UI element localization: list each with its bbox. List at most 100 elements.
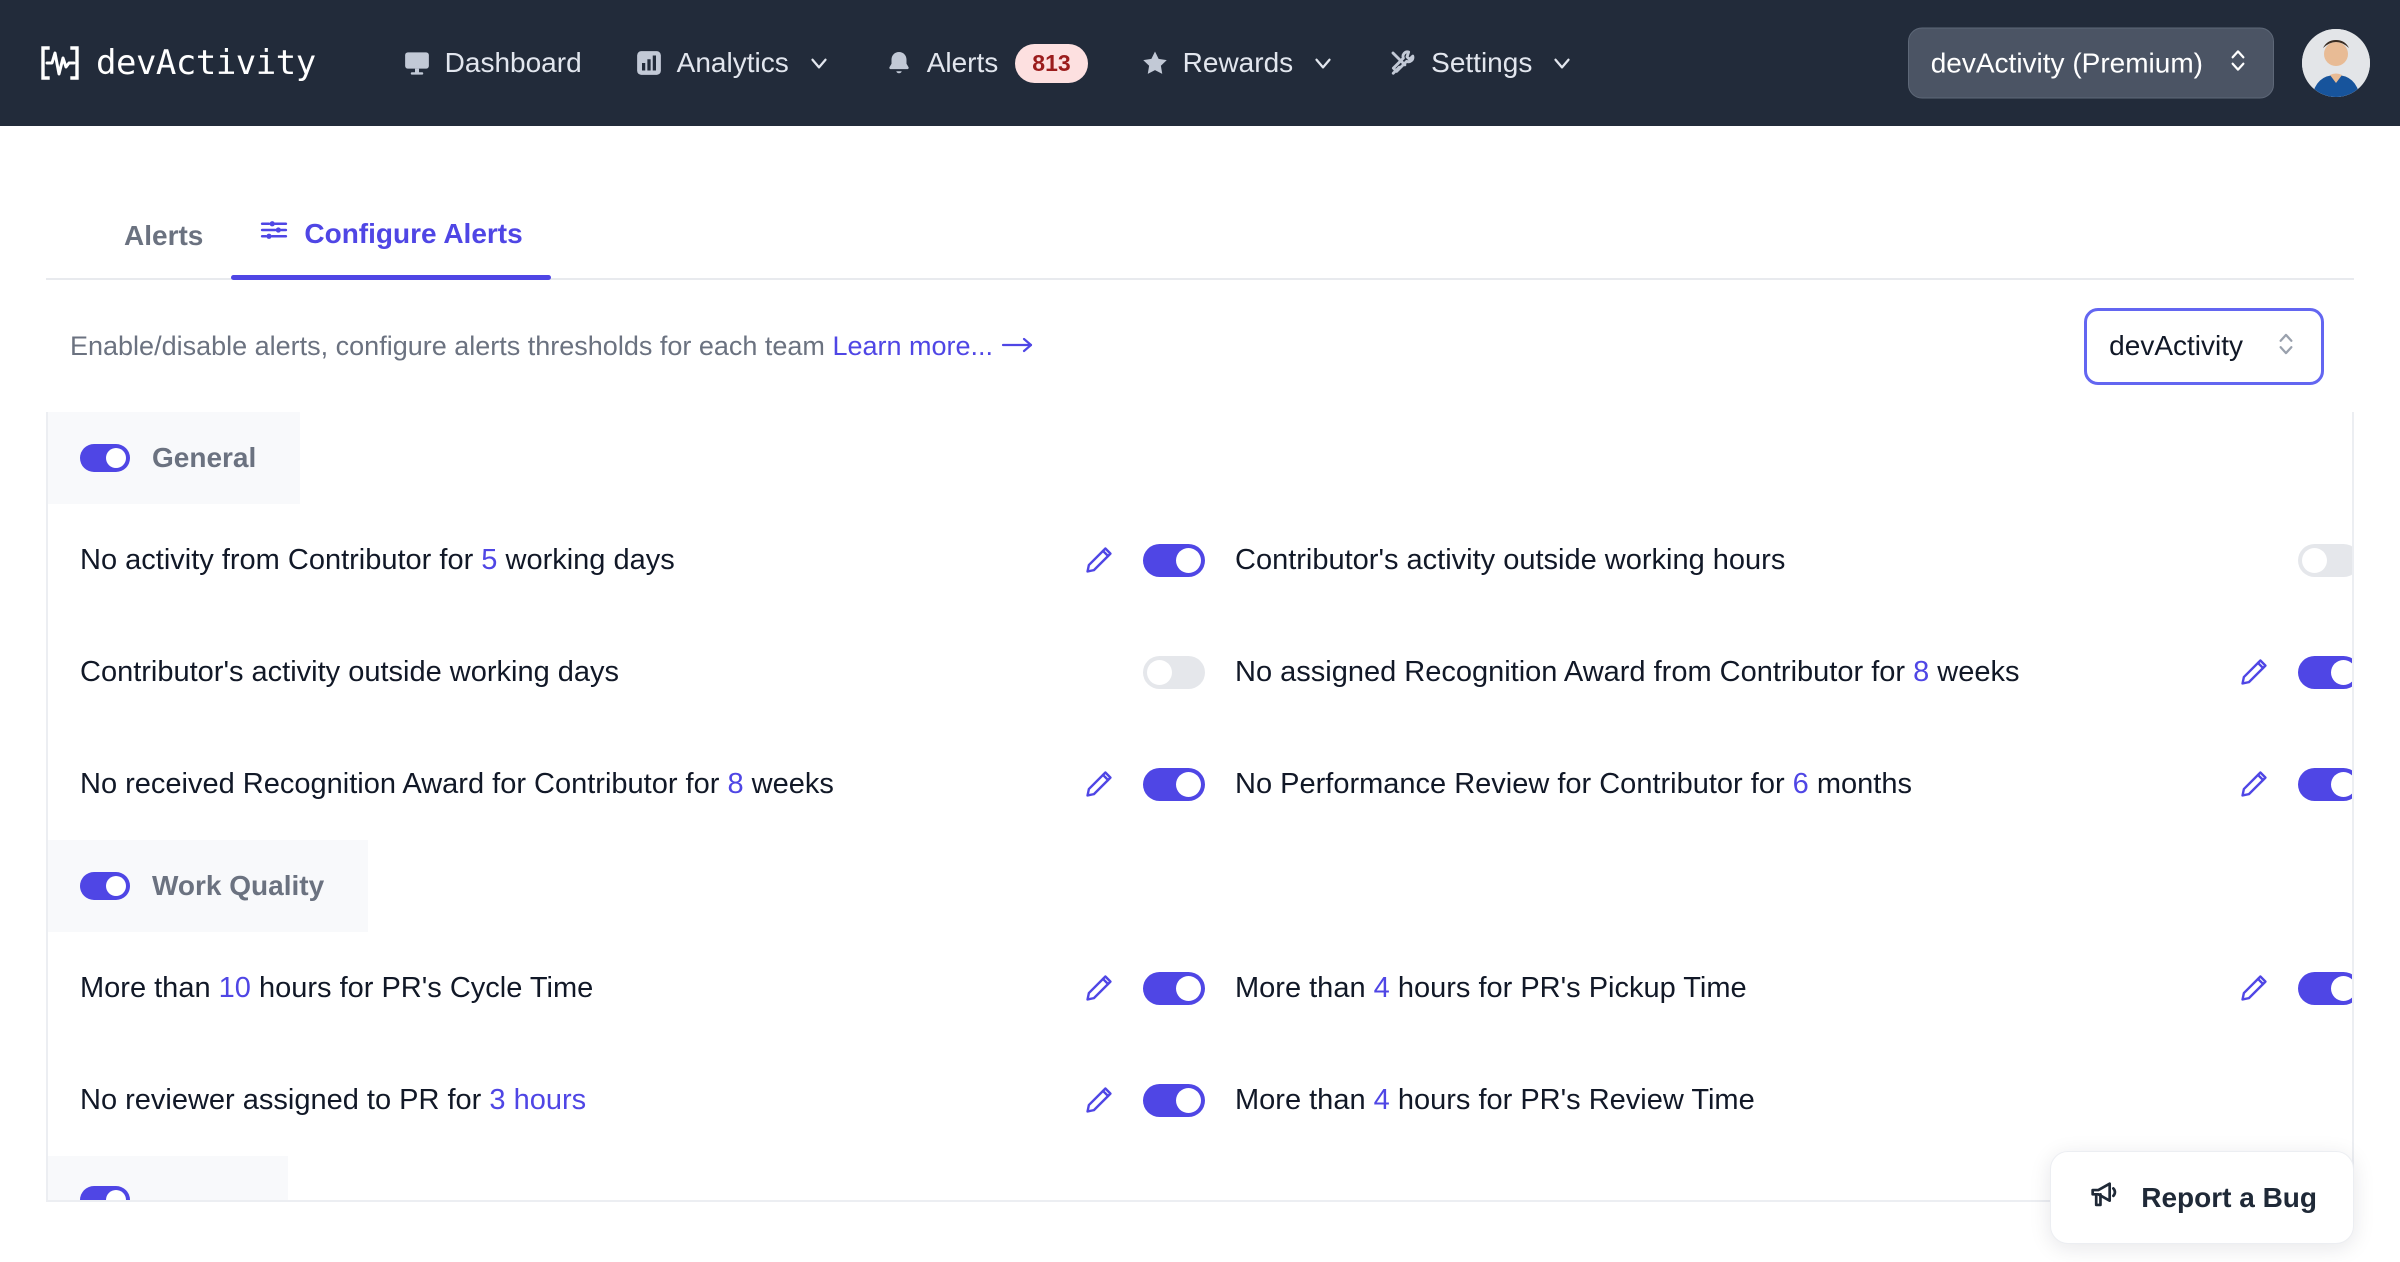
alert-threshold-value: 8 (1913, 655, 1930, 688)
alert-threshold-value: 5 (481, 543, 498, 576)
workspace-name: devActivity (Premium) (1930, 47, 2203, 78)
bell-icon (884, 48, 914, 78)
team-selected-value: devActivity (2109, 330, 2243, 361)
section-rows-general: No activity from Contributor for 5 worki… (48, 504, 2352, 840)
nav-label-rewards: Rewards (1182, 47, 1294, 78)
alert-label: No reviewer assigned to PR for 3 hours (80, 1083, 587, 1116)
alert-label: No Performance Review for Contributor fo… (1235, 767, 1912, 800)
alert-cell: No activity from Contributor for 5 worki… (80, 504, 1235, 616)
nav-item-dashboard[interactable]: Dashboard (376, 37, 608, 89)
nav-item-settings[interactable]: Settings (1362, 37, 1601, 89)
tab-bar: Alerts Configure Alerts (46, 126, 2354, 280)
alert-row: No activity from Contributor for 5 worki… (48, 504, 2352, 616)
star-icon (1140, 48, 1170, 78)
alert-label: No assigned Recognition Award from Contr… (1235, 655, 2020, 688)
description-text: Enable/disable alerts, configure alerts … (70, 330, 825, 361)
alert-controls (1083, 767, 1205, 801)
edit-pencil-icon[interactable] (2238, 768, 2270, 800)
alert-toggle[interactable] (1143, 655, 1205, 689)
alert-cell: More than 4 hours for PR's Review Time (1235, 1044, 2352, 1156)
alert-label: Contributor's activity outside working h… (1235, 543, 1786, 576)
alert-toggle[interactable] (1143, 1083, 1205, 1117)
alert-cell: Contributor's activity outside working d… (80, 616, 1235, 728)
primary-nav: Dashboard Analytics Alerts 813 Rewards S… (376, 34, 1602, 93)
alerts-configuration-panel: General No activity from Contributor for… (46, 412, 2354, 1202)
report-a-bug-label: Report a Bug (2141, 1181, 2317, 1213)
section-header-next (48, 1156, 288, 1200)
nav-label-analytics: Analytics (676, 47, 789, 78)
edit-pencil-icon[interactable] (1083, 1084, 1115, 1116)
tab-alerts[interactable]: Alerts (96, 220, 231, 278)
alert-threshold-value: 10 (218, 971, 251, 1004)
nav-item-alerts[interactable]: Alerts 813 (858, 34, 1114, 93)
alert-label: No received Recognition Award for Contri… (80, 767, 834, 800)
alert-cell: No Performance Review for Contributor fo… (1235, 728, 2352, 840)
devactivity-logo-icon (38, 41, 82, 85)
alert-cell: No received Recognition Award for Contri… (80, 728, 1235, 840)
tab-label-alerts: Alerts (124, 220, 204, 251)
alert-threshold-value: 3 hours (489, 1083, 587, 1116)
learn-more-label: Learn more... (832, 330, 994, 361)
alert-cell: More than 4 hours for PR's Pickup Time (1235, 932, 2352, 1044)
alert-cell: No assigned Recognition Award from Contr… (1235, 616, 2352, 728)
alerts-count-badge: 813 (1015, 43, 1088, 83)
page-description: Enable/disable alerts, configure alerts … (70, 331, 1035, 362)
bar-chart-icon (634, 48, 664, 78)
arrow-right-icon (1001, 331, 1035, 361)
section-header-work-quality: Work Quality (48, 840, 369, 932)
alert-row: No received Recognition Award for Contri… (48, 728, 2352, 840)
alert-controls (2238, 655, 2352, 689)
tools-icon (1388, 48, 1418, 78)
alert-threshold-value: 4 (1373, 1083, 1390, 1116)
alert-label: More than 4 hours for PR's Pickup Time (1235, 971, 1747, 1004)
section-title-work-quality: Work Quality (152, 870, 325, 901)
section-toggle-work-quality[interactable] (80, 872, 130, 900)
alert-label: No activity from Contributor for 5 worki… (80, 543, 675, 576)
nav-label-settings: Settings (1431, 47, 1533, 78)
alert-threshold-value: 8 (727, 767, 744, 800)
section-title-general: General (152, 442, 257, 473)
alert-controls (2238, 971, 2352, 1005)
section-rows-work-quality: More than 10 hours for PR's Cycle Time M… (48, 932, 2352, 1156)
alert-controls (1083, 1083, 1205, 1117)
chevron-up-down-icon (2273, 328, 2299, 365)
nav-label-alerts: Alerts (926, 47, 999, 78)
edit-pencil-icon[interactable] (1083, 972, 1115, 1004)
learn-more-link[interactable]: Learn more... (832, 331, 1034, 361)
alert-toggle[interactable] (2298, 767, 2352, 801)
section-toggle-general[interactable] (80, 444, 130, 472)
alert-cell: No reviewer assigned to PR for 3 hours (80, 1044, 1235, 1156)
chevron-down-icon (806, 50, 832, 76)
team-selector[interactable]: devActivity (2084, 307, 2324, 385)
alert-row: More than 10 hours for PR's Cycle Time M… (48, 932, 2352, 1044)
tab-label-configure-alerts: Configure Alerts (304, 217, 523, 249)
alert-cell: Contributor's activity outside working h… (1235, 504, 2352, 616)
alert-toggle[interactable] (1143, 971, 1205, 1005)
alert-toggle[interactable] (1143, 543, 1205, 577)
alert-cell: More than 10 hours for PR's Cycle Time (80, 932, 1235, 1044)
section-toggle-next[interactable] (80, 1186, 130, 1200)
alert-label: Contributor's activity outside working d… (80, 655, 620, 688)
alert-toggle[interactable] (2298, 655, 2352, 689)
edit-pencil-icon[interactable] (1083, 768, 1115, 800)
edit-pencil-icon[interactable] (2238, 972, 2270, 1004)
edit-pencil-icon[interactable] (2238, 656, 2270, 688)
tab-configure-alerts[interactable]: Configure Alerts (231, 215, 551, 280)
report-a-bug-button[interactable]: Report a Bug (2050, 1151, 2354, 1244)
alert-toggle[interactable] (1143, 767, 1205, 801)
alert-controls (1083, 543, 1205, 577)
monitor-icon (402, 48, 432, 78)
alert-toggle[interactable] (2298, 971, 2352, 1005)
nav-item-analytics[interactable]: Analytics (608, 37, 858, 89)
chevron-down-icon (1310, 50, 1336, 76)
nav-item-rewards[interactable]: Rewards (1114, 37, 1362, 89)
edit-pencil-icon[interactable] (1083, 544, 1115, 576)
top-navigation-bar: devActivity Dashboard Analytics Alerts 8… (0, 0, 2400, 126)
alert-toggle[interactable] (2298, 543, 2352, 577)
brand-logo[interactable]: devActivity (38, 41, 316, 85)
section-header-general: General (48, 412, 301, 504)
workspace-selector[interactable]: devActivity (Premium) (1907, 27, 2274, 99)
sliders-icon (259, 215, 289, 252)
chevron-up-down-icon (2225, 45, 2251, 82)
user-avatar[interactable] (2302, 29, 2370, 97)
